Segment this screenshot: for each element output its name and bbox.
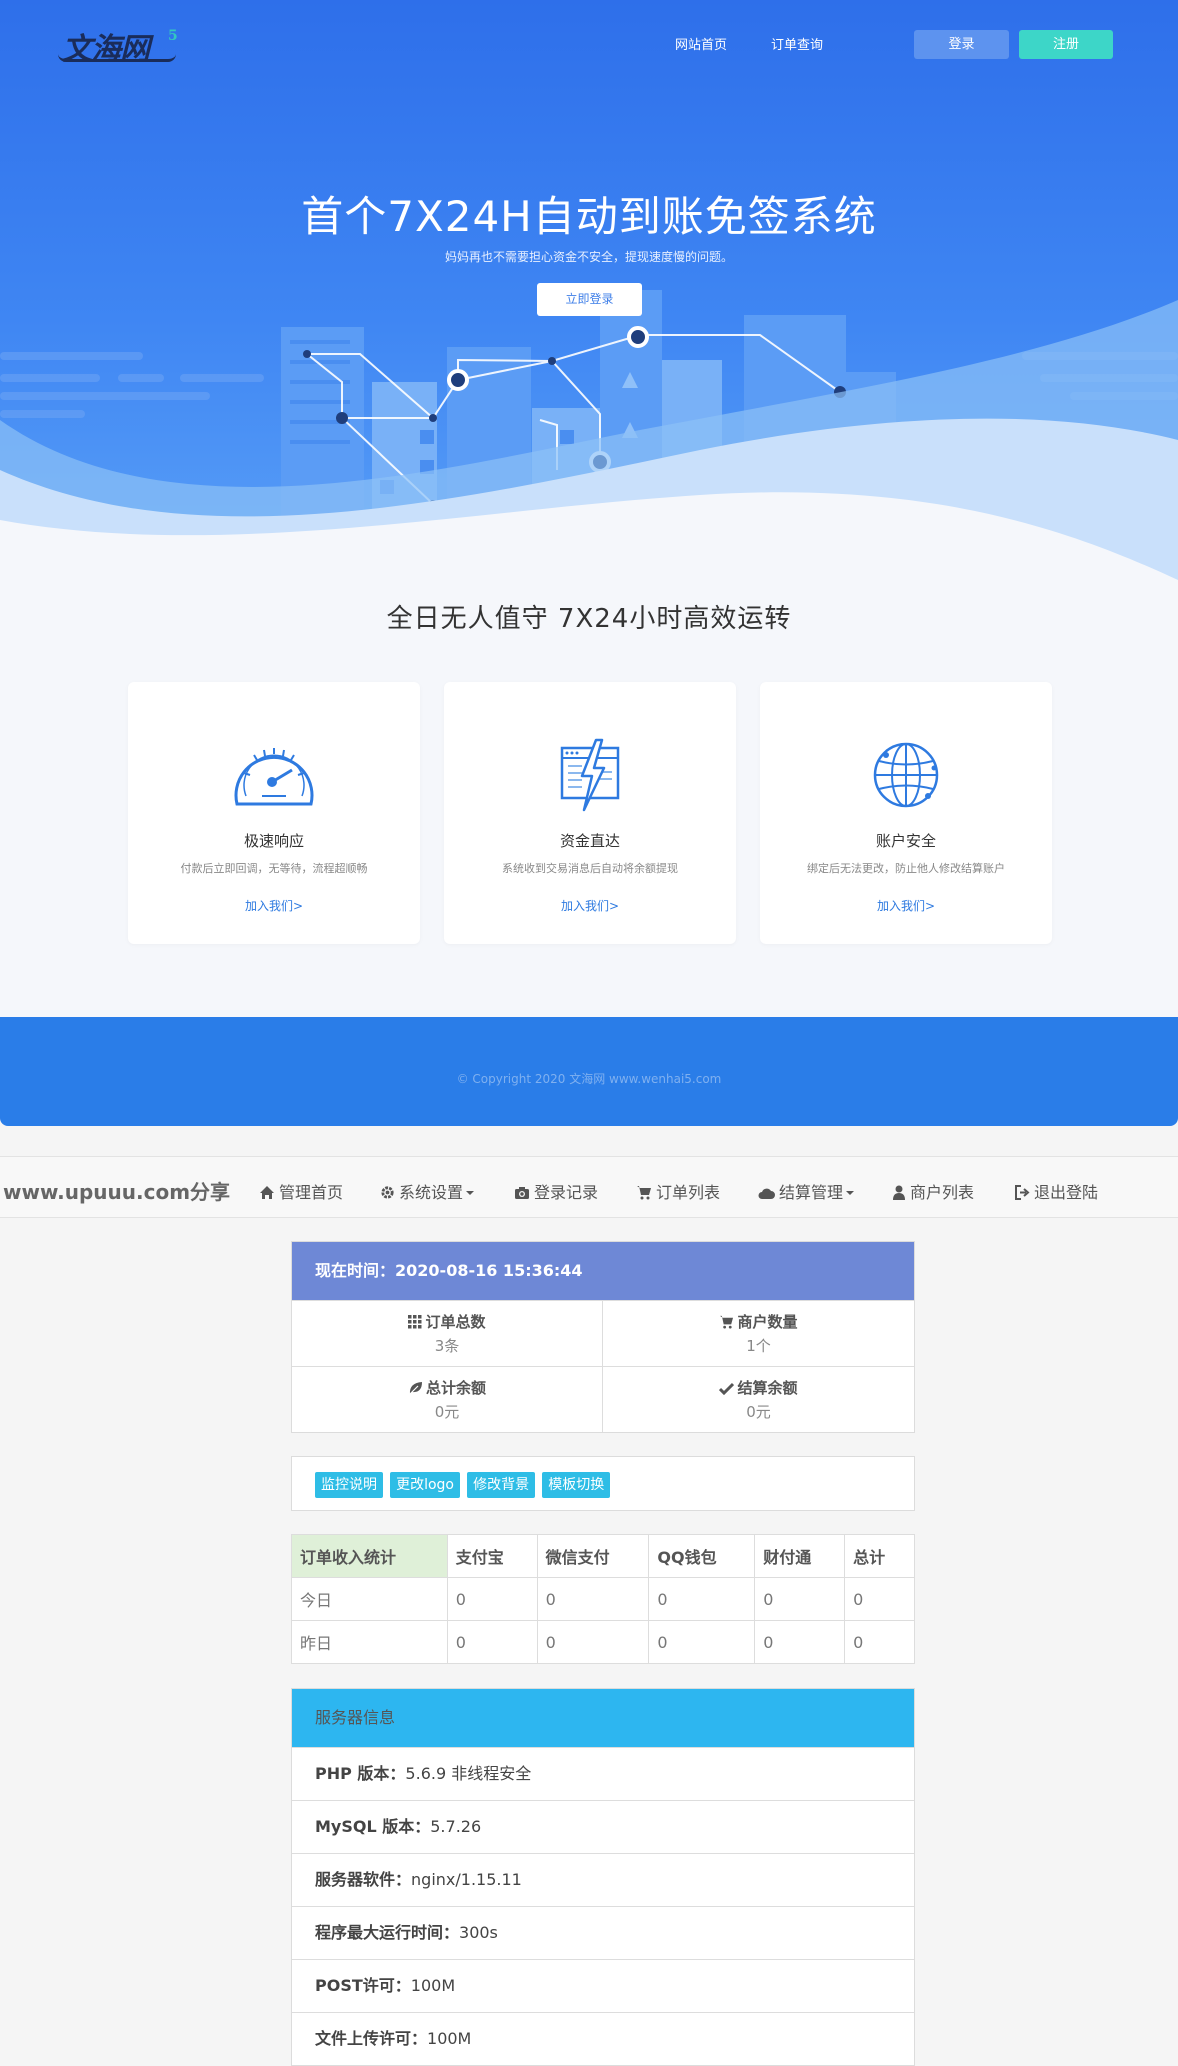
admin-navbar: www.upuuu.com分享 管理首页 系统设置 登录记录 订单列表 结算管理… [0,1156,1178,1218]
stat-merchant-count: 商户数量 1个 [603,1300,914,1366]
login-now-button[interactable]: 立即登录 [537,283,642,316]
server-info-header: 服务器信息 [292,1689,914,1747]
lightning-window-icon [560,738,620,812]
table-header: 财付通 [754,1534,846,1578]
card-description: 系统收到交易消息后自动将余额提现 [502,862,678,875]
table-row: 昨日 0 0 0 0 0 [291,1620,915,1664]
logo-swoosh [58,54,176,62]
globe-icon [873,742,939,808]
hero-banner: 文海网 5 网站首页 订单查询 登录 注册 首个7X24H自动到账免签系统 妈妈… [0,0,1178,580]
nav-system-settings[interactable]: 系统设置 [380,1179,475,1203]
logout-icon [1015,1185,1030,1200]
nav-login-records[interactable]: 登录记录 [514,1179,598,1203]
table-cell: 0 [754,1577,846,1621]
table-header: 支付宝 [446,1534,538,1578]
current-time-header: 现在时间：2020-08-16 15:36:44 [292,1242,914,1300]
stat-value: 0元 [434,1403,460,1421]
overview-panel: 现在时间：2020-08-16 15:36:44 订单总数 3条 商户数量 1个… [291,1241,915,1433]
check-icon [719,1382,735,1396]
register-button[interactable]: 注册 [1019,30,1113,59]
table-cell: 0 [844,1577,915,1621]
table-header: 总计 [844,1534,915,1578]
leaf-icon [409,1382,422,1395]
login-button[interactable]: 登录 [914,30,1009,59]
server-info-panel: 服务器信息 PHP 版本：5.6.9 非线程安全 MySQL 版本：5.7.26… [291,1688,915,2066]
stat-order-total: 订单总数 3条 [292,1300,603,1366]
income-stats-table: 订单收入统计 支付宝 微信支付 QQ钱包 财付通 总计 今日 0 0 0 0 0… [291,1534,915,1664]
current-time-value: 2020-08-16 15:36:44 [395,1261,583,1280]
table-cell: 0 [446,1620,538,1664]
card-title: 极速响应 [243,832,304,850]
cloud-icon [758,1188,775,1199]
site-footer: © Copyright 2020 文海网 www.wenhai5.com [0,1017,1178,1126]
table-cell: 0 [648,1577,756,1621]
nav-merchant-list[interactable]: 商户列表 [892,1179,974,1203]
change-background-button[interactable]: 修改背景 [467,1472,536,1498]
server-info-row: 服务器软件：nginx/1.15.11 [292,1853,914,1906]
join-us-link[interactable]: 加入我们> [760,897,1052,914]
table-header: 微信支付 [536,1534,650,1578]
chevron-down-icon [846,1191,855,1195]
cart-icon [720,1315,734,1329]
switch-template-button[interactable]: 模板切换 [542,1472,611,1498]
table-header-row: 订单收入统计 支付宝 微信支付 QQ钱包 财付通 总计 [291,1534,915,1578]
stat-settlement-balance: 结算余额 0元 [603,1366,914,1432]
hero-title: 首个7X24H自动到账免签系统 [301,192,877,241]
admin-dashboard: www.upuuu.com分享 管理首页 系统设置 登录记录 订单列表 结算管理… [0,1156,1178,2066]
stat-total-balance: 总计余额 0元 [292,1366,603,1432]
card-title: 账户安全 [875,832,936,850]
server-info-row: MySQL 版本：5.7.26 [292,1800,914,1853]
site-logo[interactable]: 文海网 5 [58,24,178,67]
home-icon [260,1186,274,1199]
landing-page: 文海网 5 网站首页 订单查询 登录 注册 首个7X24H自动到账免签系统 妈妈… [0,0,1178,1126]
feature-card-security: 账户安全 绑定后无法更改，防止他人修改结算账户 加入我们> [760,682,1052,944]
table-header: QQ钱包 [648,1534,756,1578]
server-info-row: POST许可：100M [292,1959,914,2012]
table-cell: 0 [536,1577,650,1621]
feature-card-speed: 极速响应 付款后立即回调，无等待，流程超顺畅 加入我们> [128,682,420,944]
stat-value: 0元 [746,1403,771,1421]
section-title: 全日无人值守 7X24小时高效运转 [386,604,792,634]
grid-icon [408,1315,422,1329]
chevron-down-icon [466,1191,475,1195]
user-icon [893,1185,905,1200]
join-us-link[interactable]: 加入我们> [128,897,420,914]
server-info-row: 程序最大运行时间：300s [292,1906,914,1959]
change-logo-button[interactable]: 更改logo [390,1472,461,1498]
camera-icon [515,1187,529,1199]
gear-icon [381,1186,394,1199]
nav-home-link[interactable]: 网站首页 [675,34,727,53]
table-header: 订单收入统计 [291,1534,448,1578]
nav-logout[interactable]: 退出登陆 [1014,1179,1098,1203]
nav-order-list[interactable]: 订单列表 [636,1179,720,1203]
table-row: 今日 0 0 0 0 0 [291,1577,915,1621]
stat-value: 1个 [746,1337,771,1355]
logo-mark: 5 [168,28,178,44]
table-cell: 今日 [291,1577,448,1621]
tools-panel: 监控说明 更改logo 修改背景 模板切换 [291,1456,915,1511]
card-description: 绑定后无法更改，防止他人修改结算账户 [807,862,1005,875]
hero-subtitle: 妈妈再也不需要担心资金不安全，提现速度慢的问题。 [444,250,733,264]
nav-settlement[interactable]: 结算管理 [758,1179,855,1203]
table-cell: 0 [446,1577,538,1621]
cart-icon [637,1186,651,1200]
speedometer-icon [234,748,314,806]
stat-value: 3条 [434,1337,460,1355]
server-info-row: 文件上传许可：100M [292,2012,914,2065]
feature-card-funds: 资金直达 系统收到交易消息后自动将余额提现 加入我们> [444,682,736,944]
table-cell: 0 [648,1620,756,1664]
nav-order-query-link[interactable]: 订单查询 [771,34,823,53]
monitor-guide-button[interactable]: 监控说明 [315,1472,383,1498]
card-title: 资金直达 [559,832,620,850]
table-cell: 0 [536,1620,650,1664]
server-info-row: PHP 版本：5.6.9 非线程安全 [292,1747,914,1800]
card-description: 付款后立即回调，无等待，流程超顺畅 [180,862,368,875]
table-cell: 昨日 [291,1620,448,1664]
join-us-link[interactable]: 加入我们> [444,897,736,914]
admin-brand[interactable]: www.upuuu.com分享 [3,1176,230,1205]
table-cell: 0 [844,1620,915,1664]
copyright-text: © Copyright 2020 文海网 www.wenhai5.com [456,1072,722,1086]
nav-admin-home[interactable]: 管理首页 [259,1179,343,1203]
table-cell: 0 [754,1620,846,1664]
